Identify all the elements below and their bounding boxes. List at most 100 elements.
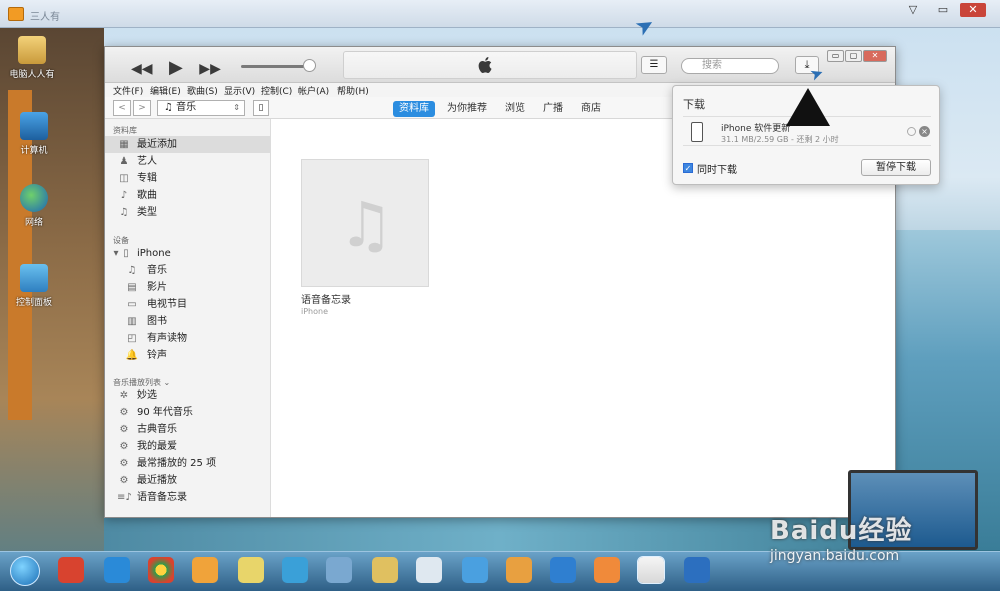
- sidebar-item-genius[interactable]: ✲ 妙选: [105, 387, 270, 404]
- sidebar-item-label: 影片: [147, 282, 167, 293]
- sidebar-item-label: 电视节目: [147, 299, 187, 310]
- music-note-icon: ♫: [127, 265, 137, 276]
- chevron-updown-icon: ⇕: [233, 103, 240, 112]
- menu-view[interactable]: 显示(V): [224, 84, 255, 97]
- sidebar-item-device-books[interactable]: ▥ 图书: [105, 313, 270, 330]
- sidebar-item-genres[interactable]: ♫ 类型: [105, 204, 270, 221]
- tab-browse[interactable]: 浏览: [499, 101, 531, 117]
- sidebar-item-90s-music[interactable]: ⚙ 90 年代音乐: [105, 404, 270, 421]
- control-panel-icon: [20, 264, 48, 292]
- sidebar-item-songs[interactable]: ♪ 歌曲: [105, 187, 270, 204]
- sidebar-item-albums[interactable]: ◫ 专辑: [105, 170, 270, 187]
- taskbar-control-icon[interactable]: [326, 557, 352, 583]
- sidebar: 资料库 ▦ 最近添加 ♟ 艺人 ◫ 专辑 ♪ 歌曲 ♫ 类型 设备 ▾ ▯ iPhone ♫ 音…: [105, 119, 271, 517]
- tab-library[interactable]: 资料库: [393, 101, 435, 117]
- network-globe-icon: [20, 184, 48, 212]
- itunes-maximize-button[interactable]: ▢: [845, 50, 862, 62]
- device-button[interactable]: ▯: [253, 100, 269, 116]
- progress-spinner-icon: [907, 127, 916, 136]
- sidebar-item-label: 图书: [147, 316, 167, 327]
- taskbar-app-icon[interactable]: [462, 557, 488, 583]
- desktop-icon-computer[interactable]: 计算机: [4, 112, 64, 156]
- sidebar-item-favorites[interactable]: ⚙ 我的最爱: [105, 438, 270, 455]
- taskbar-folder-icon[interactable]: [372, 557, 398, 583]
- viewer-close-button[interactable]: ✕: [960, 3, 986, 17]
- menu-help[interactable]: 帮助(H): [337, 84, 369, 97]
- sidebar-item-voice-memos[interactable]: ≡♪ 语音备忘录: [105, 489, 270, 506]
- sidebar-item-label: 古典音乐: [137, 424, 177, 435]
- taskbar-ie-icon[interactable]: [104, 557, 130, 583]
- iphone-icon: ▯: [123, 248, 129, 259]
- sidebar-item-classical[interactable]: ⚙ 古典音乐: [105, 421, 270, 438]
- play-button[interactable]: ▶: [169, 57, 183, 78]
- concurrent-downloads-label: 同时下载: [697, 165, 737, 176]
- sidebar-item-label: 类型: [137, 207, 157, 218]
- taskbar-browser-icon[interactable]: [282, 557, 308, 583]
- menu-controls[interactable]: 控制(C): [261, 84, 292, 97]
- search-input[interactable]: 搜索: [681, 58, 779, 74]
- forward-button[interactable]: >: [133, 100, 151, 116]
- cancel-download-button[interactable]: ×: [919, 126, 930, 137]
- taskbar-app-icon[interactable]: [684, 557, 710, 583]
- taskbar-media-icon[interactable]: [192, 557, 218, 583]
- desktop-icon-control-panel[interactable]: 控制面板: [4, 264, 64, 308]
- taskbar-app-icon[interactable]: [58, 557, 84, 583]
- taskbar-itunes-icon[interactable]: [637, 556, 665, 584]
- album-title[interactable]: 语音备忘录: [301, 291, 351, 306]
- transport-controls: ◀◀ ▶ ▶▶: [131, 57, 233, 78]
- sidebar-item-recently-played[interactable]: ⚙ 最近播放: [105, 472, 270, 489]
- taskbar-app-icon[interactable]: [594, 557, 620, 583]
- volume-slider-knob[interactable]: [303, 59, 316, 72]
- fast-forward-button[interactable]: ▶▶: [199, 61, 221, 77]
- sidebar-item-device-movies[interactable]: ▤ 影片: [105, 279, 270, 296]
- sidebar-item-label: iPhone: [137, 248, 171, 259]
- taskbar-app-icon[interactable]: [416, 557, 442, 583]
- sidebar-item-artists[interactable]: ♟ 艺人: [105, 153, 270, 170]
- sidebar-item-device-tv[interactable]: ▭ 电视节目: [105, 296, 270, 313]
- sidebar-item-device-music[interactable]: ♫ 音乐: [105, 262, 270, 279]
- tab-radio[interactable]: 广播: [537, 101, 569, 117]
- desktop-icon-person[interactable]: 电脑人人有: [2, 36, 62, 80]
- desktop-icon-label: 网络: [24, 218, 43, 228]
- itunes-close-button[interactable]: ✕: [863, 50, 887, 62]
- menu-file[interactable]: 文件(F): [113, 84, 143, 97]
- sidebar-item-recently-added[interactable]: ▦ 最近添加: [105, 136, 270, 153]
- viewer-minimize-button[interactable]: ▽: [900, 3, 926, 17]
- sidebar-item-label: 专辑: [137, 173, 157, 184]
- menu-edit[interactable]: 编辑(E): [150, 84, 181, 97]
- menu-song[interactable]: 歌曲(S): [187, 84, 218, 97]
- taskbar-notes-icon[interactable]: [238, 557, 264, 583]
- concurrent-downloads-checkbox[interactable]: ✓: [683, 163, 693, 173]
- sidebar-item-label: 最常播放的 25 项: [137, 458, 217, 469]
- sidebar-item-device-audiobooks[interactable]: ◰ 有声读物: [105, 330, 270, 347]
- menu-account[interactable]: 帐户(A): [298, 84, 329, 97]
- back-button[interactable]: <: [113, 100, 131, 116]
- sidebar-item-device-tones[interactable]: 🔔 铃声: [105, 347, 270, 364]
- list-view-button[interactable]: ☰: [641, 56, 667, 74]
- sidebar-item-iphone[interactable]: ▾ ▯ iPhone: [105, 245, 270, 262]
- tab-store[interactable]: 商店: [575, 101, 607, 117]
- album-subtitle: iPhone: [301, 307, 329, 316]
- sidebar-item-top-25[interactable]: ⚙ 最常播放的 25 项: [105, 455, 270, 472]
- apple-logo-icon: [478, 57, 492, 73]
- download-item-progress: 31.1 MB/2.59 GB - 还剩 2 小时: [721, 135, 839, 144]
- book-icon: ▥: [127, 316, 137, 327]
- taskbar-chrome-icon[interactable]: [148, 557, 174, 583]
- downloads-title: 下载: [683, 98, 705, 111]
- desktop-icon-network[interactable]: 网络: [4, 184, 64, 228]
- start-button[interactable]: [10, 556, 40, 586]
- media-type-select[interactable]: ♫ 音乐 ⇕: [157, 100, 245, 116]
- taskbar-paint-icon[interactable]: [506, 557, 532, 583]
- sidebar-item-label: 最近播放: [137, 475, 177, 486]
- sidebar-item-label: 90 年代音乐: [137, 407, 193, 418]
- taskbar-baidu-cloud-icon[interactable]: [550, 557, 576, 583]
- sidebar-item-label: 艺人: [137, 156, 157, 167]
- rewind-button[interactable]: ◀◀: [131, 61, 153, 77]
- pause-downloads-button[interactable]: 暂停下载: [861, 159, 931, 176]
- tab-for-you[interactable]: 为你推荐: [441, 101, 493, 117]
- itunes-minimize-button[interactable]: ▭: [827, 50, 844, 62]
- volume-slider-track[interactable]: [241, 65, 309, 68]
- tv-icon: ▭: [127, 299, 137, 310]
- album-artwork-tile[interactable]: ♫: [301, 159, 429, 287]
- viewer-maximize-button[interactable]: ▭: [930, 3, 956, 17]
